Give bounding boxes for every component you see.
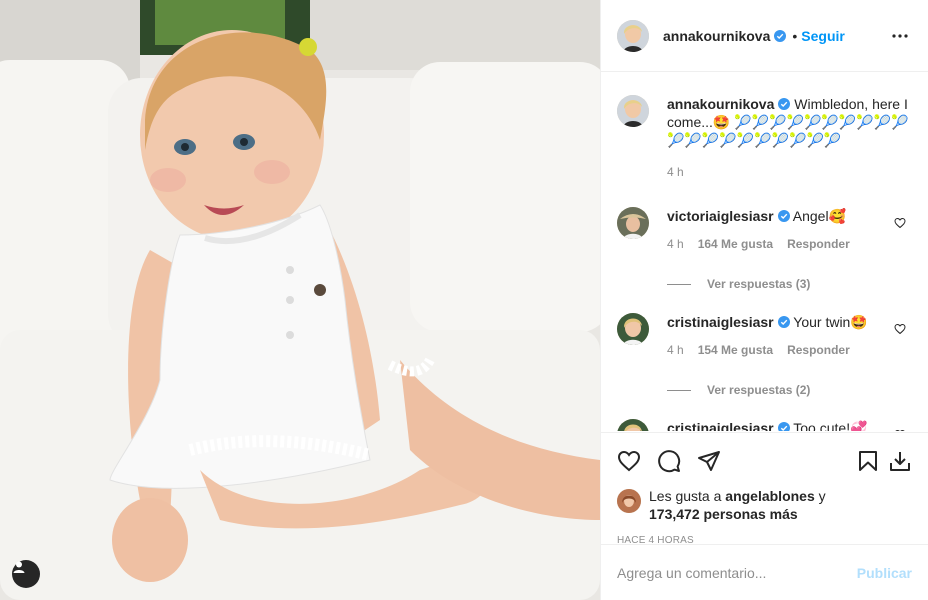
caption-time[interactable]: 4 h <box>667 163 684 181</box>
view-replies[interactable]: Ver respuestas (3) <box>649 275 912 293</box>
author-username[interactable]: annakournikova <box>663 28 770 44</box>
liker-username[interactable]: angelablones <box>725 488 814 504</box>
comment-text: Too cute!💞 <box>793 420 868 431</box>
author-avatar[interactable] <box>617 19 649 52</box>
likes-and: y <box>818 488 826 504</box>
caption: annakournikova Wimbledon, here I come...… <box>617 95 912 181</box>
comment-like-icon[interactable] <box>894 429 906 431</box>
commenter-username[interactable]: victoriaiglesiasr <box>667 208 774 224</box>
verified-badge-icon <box>778 98 791 110</box>
post-details-panel: annakournikova • Seguir annakournikova W… <box>600 0 928 600</box>
comment-like-icon[interactable] <box>894 217 906 229</box>
comment-likes[interactable]: 164 Me gusta <box>698 235 773 253</box>
heart-icon[interactable] <box>617 441 657 481</box>
verified-badge-icon <box>774 29 787 42</box>
replies-line <box>667 283 691 285</box>
likes-summary: Les gusta a angelablones y 173,472 perso… <box>617 487 912 523</box>
caption-username[interactable]: annakournikova <box>667 96 774 112</box>
comment-text: Angel🥰 <box>792 208 846 224</box>
caption-avatar[interactable] <box>617 95 649 127</box>
post-comment-button[interactable]: Publicar <box>857 565 912 581</box>
view-replies-label[interactable]: Ver respuestas (3) <box>707 275 810 293</box>
comment-item: victoriaiglesiasr Angel🥰 4 h 164 Me gust… <box>617 207 912 293</box>
comment-input[interactable]: Agrega un comentario... <box>617 565 857 581</box>
likes-count[interactable]: 173,472 personas más <box>649 506 798 522</box>
reply-button[interactable]: Responder <box>787 235 850 253</box>
comment-item: cristinaiglesiasr Too cute!💞 <box>617 419 912 431</box>
user-tag-icon[interactable] <box>12 560 40 588</box>
comment-icon[interactable] <box>657 441 697 481</box>
likes-prefix: Les gusta a <box>649 488 722 504</box>
verified-badge-icon <box>777 210 790 222</box>
post-image <box>0 0 600 600</box>
view-replies-label[interactable]: Ver respuestas (2) <box>707 381 810 399</box>
post-header: annakournikova • Seguir <box>601 0 928 72</box>
add-comment-bar: Agrega un comentario... Publicar <box>601 544 928 600</box>
post-actions: Les gusta a angelablones y 173,472 perso… <box>601 432 928 546</box>
follow-button[interactable]: Seguir <box>801 28 845 44</box>
post-photo[interactable] <box>0 0 600 600</box>
bookmark-icon[interactable] <box>848 441 880 481</box>
commenter-username[interactable]: cristinaiglesiasr <box>667 420 774 431</box>
comment-text: Your twin🤩 <box>793 314 868 330</box>
view-replies[interactable]: Ver respuestas (2) <box>649 381 912 399</box>
share-icon[interactable] <box>697 441 737 481</box>
reply-button[interactable]: Responder <box>787 341 850 359</box>
more-options-icon[interactable] <box>888 24 912 48</box>
separator-dot: • <box>792 27 798 44</box>
comment-time[interactable]: 4 h <box>667 341 684 359</box>
commenter-avatar[interactable] <box>617 313 649 345</box>
download-icon[interactable] <box>880 441 912 481</box>
comment-time[interactable]: 4 h <box>667 235 684 253</box>
commenter-avatar[interactable] <box>617 419 649 431</box>
liker-avatar[interactable] <box>617 489 641 513</box>
commenter-avatar[interactable] <box>617 207 649 239</box>
comment-item: cristinaiglesiasr Your twin🤩 4 h 154 Me … <box>617 313 912 399</box>
verified-badge-icon <box>777 422 790 431</box>
comments-list[interactable]: annakournikova Wimbledon, here I come...… <box>601 73 928 431</box>
verified-badge-icon <box>777 316 790 328</box>
comment-likes[interactable]: 154 Me gusta <box>698 341 773 359</box>
replies-line <box>667 389 691 391</box>
comment-like-icon[interactable] <box>894 323 906 335</box>
commenter-username[interactable]: cristinaiglesiasr <box>667 314 774 330</box>
